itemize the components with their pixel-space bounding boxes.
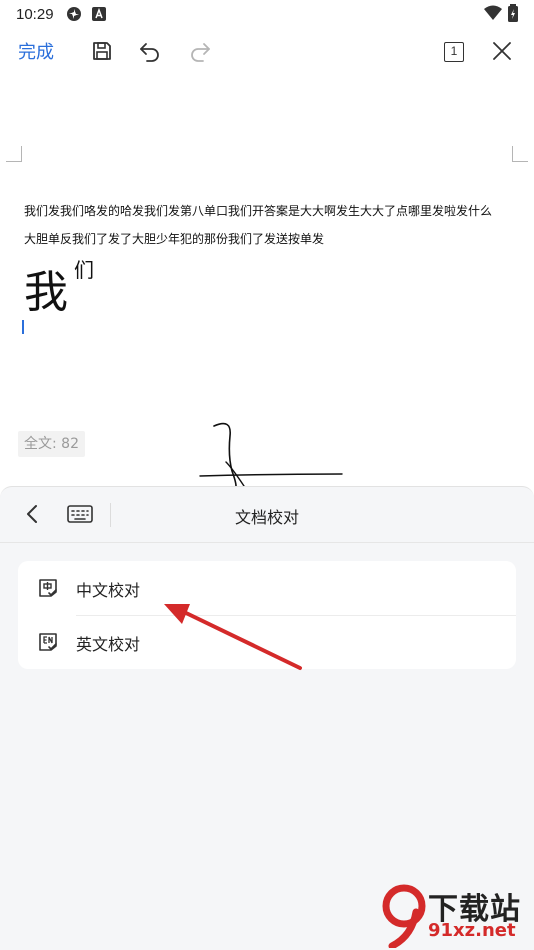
- editor-toolbar: 完成 1: [0, 28, 534, 76]
- word-count-badge: 全文: 82: [18, 431, 85, 457]
- close-icon: [491, 40, 513, 65]
- site-watermark: 下载站 91xz.net: [382, 880, 534, 950]
- redo-button[interactable]: [186, 38, 214, 66]
- panel-title: 文档校对: [234, 508, 299, 527]
- done-button[interactable]: 完成: [18, 38, 54, 64]
- status-bar: 10:29: [0, 0, 534, 28]
- page-indicator-button[interactable]: 1: [440, 38, 468, 66]
- battery-icon: [508, 4, 518, 26]
- watermark-url: 91xz.net: [428, 920, 516, 941]
- fan-icon: [66, 6, 82, 22]
- english-proofread-icon: [38, 632, 58, 652]
- page-indicator: 1: [444, 42, 464, 62]
- status-time: 10:29: [16, 5, 54, 23]
- panel-header: 文档校对: [0, 487, 534, 543]
- document-page[interactable]: 我们发我们咯发的哈发我们发第八单口我们开答案是大大啊发生大大了点哪里发啦发什么 …: [0, 76, 534, 486]
- proofread-options-list: 中文校对 英文校对: [18, 561, 516, 669]
- font-a-icon: [91, 7, 106, 21]
- save-icon: [91, 40, 113, 65]
- redo-icon: [188, 40, 212, 65]
- save-button[interactable]: [88, 38, 116, 66]
- list-item-chinese-proofread[interactable]: 中文校对: [18, 561, 516, 615]
- status-right-icons: [484, 4, 518, 26]
- list-item-english-proofread[interactable]: 英文校对: [18, 615, 516, 669]
- list-item-label: 中文校对: [76, 581, 141, 600]
- wifi-icon: [484, 5, 502, 25]
- chinese-proofread-icon: [38, 578, 58, 598]
- undo-icon: [138, 40, 162, 65]
- list-item-label: 英文校对: [76, 635, 141, 654]
- close-button[interactable]: [488, 38, 516, 66]
- undo-button[interactable]: [136, 38, 164, 66]
